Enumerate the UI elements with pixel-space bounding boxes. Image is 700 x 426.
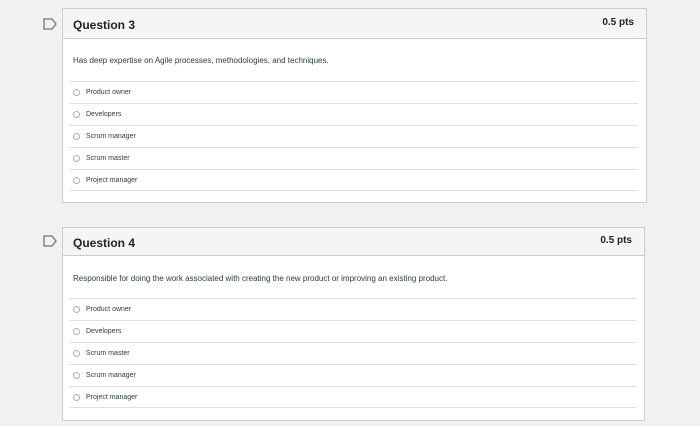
radio-button-icon[interactable]	[73, 111, 80, 118]
answer-option[interactable]: Scrum manager	[69, 125, 638, 147]
question-header: Question 4 0.5 pts	[63, 228, 644, 256]
question-title: Question 3	[73, 18, 136, 32]
radio-button-icon[interactable]	[73, 176, 80, 184]
question-text: Has deep expertise on Agile processes, m…	[73, 56, 329, 65]
answer-option[interactable]: Product owner	[69, 81, 638, 103]
radio-button-icon[interactable]	[73, 306, 80, 313]
question-card: Question 3 0.5 pts Has deep expertise on…	[62, 8, 647, 203]
answer-label: Project manager	[86, 393, 138, 401]
answer-label: Product owner	[86, 89, 132, 96]
question-card: Question 4 0.5 pts Responsible for doing…	[62, 227, 645, 421]
answer-list: Product owner Developers Scrum manager S…	[69, 81, 638, 191]
answer-label: Scrum manager	[86, 133, 136, 140]
answer-option[interactable]: Developers	[69, 320, 636, 342]
answer-list: Product owner Developers Scrum master Sc…	[69, 298, 636, 408]
answer-option[interactable]: Scrum manager	[69, 364, 636, 386]
radio-button-icon[interactable]	[73, 89, 80, 96]
answer-option[interactable]: Project manager	[69, 169, 638, 191]
question-points: 0.5 pts	[600, 235, 632, 246]
question-points: 0.5 pts	[602, 17, 634, 28]
answer-label: Developers	[86, 111, 122, 118]
answer-option[interactable]: Developers	[69, 103, 638, 125]
quiz-page: Question 3 0.5 pts Has deep expertise on…	[0, 0, 700, 426]
flag-question-icon[interactable]	[43, 235, 57, 247]
answer-option[interactable]: Product owner	[69, 298, 636, 320]
flag-question-icon[interactable]	[43, 18, 57, 30]
answer-option[interactable]: Project manager	[69, 386, 636, 408]
question-title: Question 4	[73, 236, 136, 250]
answer-label: Product owner	[86, 306, 132, 313]
answer-label: Scrum manager	[86, 372, 136, 379]
radio-button-icon[interactable]	[73, 350, 80, 357]
answer-option[interactable]: Scrum master	[69, 342, 636, 364]
answer-label: Developers	[86, 328, 122, 335]
answer-label: Scrum master	[86, 155, 130, 162]
answer-label: Project manager	[86, 176, 138, 184]
question-text: Responsible for doing the work associate…	[73, 274, 448, 283]
answer-option[interactable]: Scrum master	[69, 147, 638, 169]
question-header: Question 3 0.5 pts	[63, 9, 646, 39]
radio-button-icon[interactable]	[73, 133, 80, 140]
radio-button-icon[interactable]	[73, 155, 80, 162]
answer-label: Scrum master	[86, 350, 130, 357]
radio-button-icon[interactable]	[73, 328, 80, 335]
radio-button-icon[interactable]	[73, 393, 80, 401]
radio-button-icon[interactable]	[73, 372, 80, 379]
